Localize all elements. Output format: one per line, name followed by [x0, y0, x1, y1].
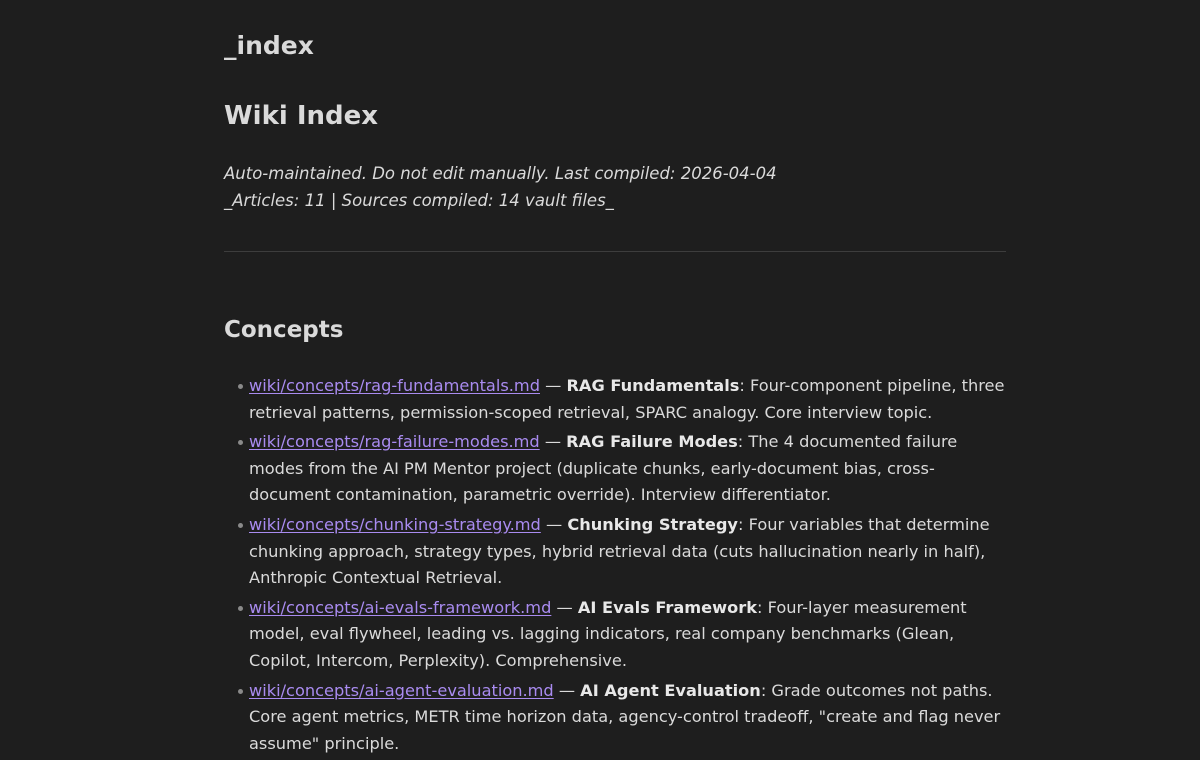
item-title: AI Evals Framework: [577, 597, 757, 617]
meta-line-compiled: Auto-maintained. Do not edit manually. L…: [224, 164, 777, 183]
file-title: _index: [224, 31, 314, 60]
list-item: wiki/concepts/chunking-strategy.md — Chu…: [224, 512, 1006, 592]
wiki-link[interactable]: wiki/concepts/ai-evals-framework.md: [249, 598, 551, 617]
separator: —: [539, 432, 567, 452]
meta-line-counts: _Articles: 11 | Sources compiled: 14 vau…: [224, 191, 614, 210]
bullet-icon: [238, 688, 243, 694]
list-item: wiki/concepts/rag-failure-modes.md — RAG…: [224, 429, 1006, 509]
bullet-icon: [238, 522, 243, 528]
metadata-block: Auto-maintained. Do not edit manually. L…: [224, 160, 777, 214]
wiki-link[interactable]: wiki/concepts/chunking-strategy.md: [249, 515, 541, 534]
section-title-concepts: Concepts: [224, 317, 344, 343]
item-title: AI Agent Evaluation: [580, 680, 761, 700]
wiki-link[interactable]: wiki/concepts/ai-agent-evaluation.md: [249, 681, 554, 700]
list-item: wiki/concepts/ai-evals-framework.md — AI…: [224, 595, 1006, 675]
page-heading: Wiki Index: [224, 101, 379, 131]
horizontal-rule: [224, 251, 1006, 252]
separator: —: [539, 376, 567, 395]
item-title: RAG Failure Modes: [566, 432, 738, 452]
bullet-icon: [238, 605, 243, 611]
separator: —: [553, 680, 581, 700]
list-item: wiki/concepts/rag-fundamentals.md — RAG …: [224, 373, 1006, 426]
wiki-link[interactable]: wiki/concepts/rag-fundamentals.md: [249, 376, 540, 395]
separator: —: [540, 514, 568, 534]
item-title: Chunking Strategy: [567, 514, 738, 534]
bullet-icon: [238, 384, 243, 389]
wiki-link[interactable]: wiki/concepts/rag-failure-modes.md: [249, 432, 540, 451]
item-title: RAG Fundamentals: [566, 376, 740, 395]
bullet-icon: [238, 440, 243, 446]
concepts-list: wiki/concepts/rag-fundamentals.md — RAG …: [224, 373, 1006, 760]
list-item: wiki/concepts/ai-agent-evaluation.md — A…: [224, 678, 1006, 758]
separator: —: [551, 597, 578, 617]
